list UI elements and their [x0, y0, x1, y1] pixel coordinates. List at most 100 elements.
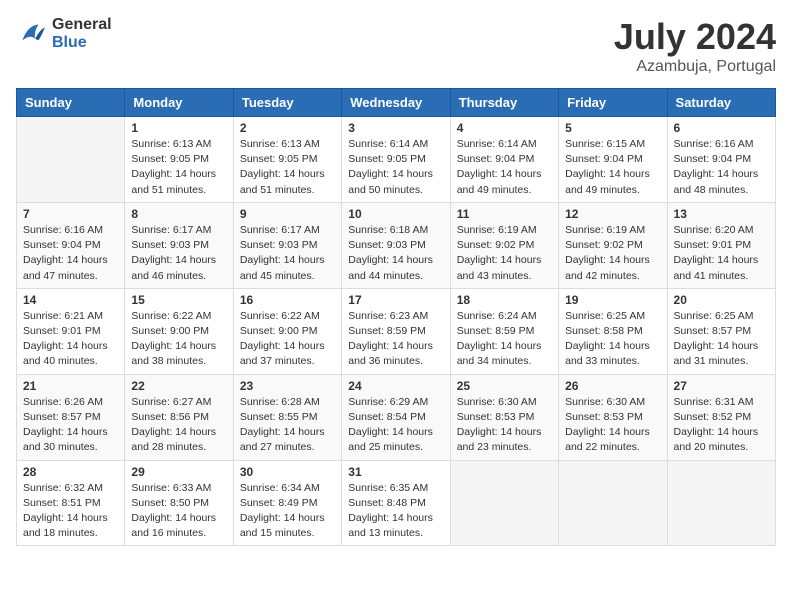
- calendar-week-4: 21 Sunrise: 6:26 AM Sunset: 8:57 PM Dayli…: [17, 374, 776, 460]
- day-number: 16: [240, 293, 335, 307]
- day-info: Sunrise: 6:32 AM Sunset: 8:51 PM Dayligh…: [23, 481, 118, 542]
- calendar-table: SundayMondayTuesdayWednesdayThursdayFrid…: [16, 88, 776, 546]
- day-number: 8: [131, 207, 226, 221]
- day-number: 3: [348, 121, 443, 135]
- calendar-cell: 13 Sunrise: 6:20 AM Sunset: 9:01 PM Dayli…: [667, 202, 775, 288]
- calendar-cell: 28 Sunrise: 6:32 AM Sunset: 8:51 PM Dayli…: [17, 460, 125, 546]
- logo: General Blue: [16, 16, 112, 52]
- day-number: 7: [23, 207, 118, 221]
- day-info: Sunrise: 6:14 AM Sunset: 9:05 PM Dayligh…: [348, 137, 443, 198]
- month-year-title: July 2024: [614, 16, 776, 58]
- weekday-header-wednesday: Wednesday: [342, 89, 450, 117]
- day-number: 4: [457, 121, 552, 135]
- calendar-cell: 1 Sunrise: 6:13 AM Sunset: 9:05 PM Daylig…: [125, 117, 233, 203]
- day-number: 6: [674, 121, 769, 135]
- calendar-cell: 15 Sunrise: 6:22 AM Sunset: 9:00 PM Dayli…: [125, 288, 233, 374]
- calendar-cell: 31 Sunrise: 6:35 AM Sunset: 8:48 PM Dayli…: [342, 460, 450, 546]
- day-number: 19: [565, 293, 660, 307]
- day-number: 2: [240, 121, 335, 135]
- day-info: Sunrise: 6:19 AM Sunset: 9:02 PM Dayligh…: [565, 223, 660, 284]
- day-number: 27: [674, 379, 769, 393]
- calendar-cell: 11Sunrise: 6:19 AM Sunset: 9:02 PM Dayli…: [450, 202, 558, 288]
- logo-text: General Blue: [52, 16, 112, 52]
- day-number: 11: [457, 207, 552, 221]
- weekday-header-saturday: Saturday: [667, 89, 775, 117]
- calendar-cell: 22Sunrise: 6:27 AM Sunset: 8:56 PM Dayli…: [125, 374, 233, 460]
- calendar-week-1: 1 Sunrise: 6:13 AM Sunset: 9:05 PM Daylig…: [17, 117, 776, 203]
- weekday-header-sunday: Sunday: [17, 89, 125, 117]
- calendar-week-5: 28 Sunrise: 6:32 AM Sunset: 8:51 PM Dayli…: [17, 460, 776, 546]
- day-info: Sunrise: 6:31 AM Sunset: 8:52 PM Dayligh…: [674, 395, 769, 456]
- logo-icon: [16, 18, 48, 50]
- day-info: Sunrise: 6:15 AM Sunset: 9:04 PM Dayligh…: [565, 137, 660, 198]
- day-number: 28: [23, 465, 118, 479]
- calendar-cell: [450, 460, 558, 546]
- day-number: 1: [131, 121, 226, 135]
- day-info: Sunrise: 6:13 AM Sunset: 9:05 PM Dayligh…: [240, 137, 335, 198]
- day-number: 29: [131, 465, 226, 479]
- day-number: 15: [131, 293, 226, 307]
- day-info: Sunrise: 6:28 AM Sunset: 8:55 PM Dayligh…: [240, 395, 335, 456]
- calendar-cell: 10 Sunrise: 6:18 AM Sunset: 9:03 PM Dayli…: [342, 202, 450, 288]
- day-number: 10: [348, 207, 443, 221]
- calendar-cell: 24Sunrise: 6:29 AM Sunset: 8:54 PM Dayli…: [342, 374, 450, 460]
- day-number: 13: [674, 207, 769, 221]
- day-info: Sunrise: 6:25 AM Sunset: 8:57 PM Dayligh…: [674, 309, 769, 370]
- day-number: 9: [240, 207, 335, 221]
- calendar-cell: 5 Sunrise: 6:15 AM Sunset: 9:04 PM Daylig…: [559, 117, 667, 203]
- day-number: 14: [23, 293, 118, 307]
- day-info: Sunrise: 6:29 AM Sunset: 8:54 PM Dayligh…: [348, 395, 443, 456]
- day-info: Sunrise: 6:26 AM Sunset: 8:57 PM Dayligh…: [23, 395, 118, 456]
- calendar-cell: 9Sunrise: 6:17 AM Sunset: 9:03 PM Daylig…: [233, 202, 341, 288]
- day-info: Sunrise: 6:13 AM Sunset: 9:05 PM Dayligh…: [131, 137, 226, 198]
- day-info: Sunrise: 6:20 AM Sunset: 9:01 PM Dayligh…: [674, 223, 769, 284]
- day-info: Sunrise: 6:30 AM Sunset: 8:53 PM Dayligh…: [565, 395, 660, 456]
- day-info: Sunrise: 6:14 AM Sunset: 9:04 PM Dayligh…: [457, 137, 552, 198]
- day-number: 31: [348, 465, 443, 479]
- day-number: 5: [565, 121, 660, 135]
- day-info: Sunrise: 6:34 AM Sunset: 8:49 PM Dayligh…: [240, 481, 335, 542]
- calendar-cell: 6 Sunrise: 6:16 AM Sunset: 9:04 PM Daylig…: [667, 117, 775, 203]
- calendar-week-2: 7 Sunrise: 6:16 AM Sunset: 9:04 PM Daylig…: [17, 202, 776, 288]
- day-info: Sunrise: 6:35 AM Sunset: 8:48 PM Dayligh…: [348, 481, 443, 542]
- day-number: 26: [565, 379, 660, 393]
- day-info: Sunrise: 6:24 AM Sunset: 8:59 PM Dayligh…: [457, 309, 552, 370]
- weekday-header-row: SundayMondayTuesdayWednesdayThursdayFrid…: [17, 89, 776, 117]
- calendar-cell: [559, 460, 667, 546]
- calendar-cell: 18Sunrise: 6:24 AM Sunset: 8:59 PM Dayli…: [450, 288, 558, 374]
- day-info: Sunrise: 6:23 AM Sunset: 8:59 PM Dayligh…: [348, 309, 443, 370]
- calendar-cell: 17 Sunrise: 6:23 AM Sunset: 8:59 PM Dayli…: [342, 288, 450, 374]
- day-info: Sunrise: 6:17 AM Sunset: 9:03 PM Dayligh…: [131, 223, 226, 284]
- day-number: 21: [23, 379, 118, 393]
- day-info: Sunrise: 6:16 AM Sunset: 9:04 PM Dayligh…: [674, 137, 769, 198]
- day-number: 12: [565, 207, 660, 221]
- calendar-cell: 26 Sunrise: 6:30 AM Sunset: 8:53 PM Dayli…: [559, 374, 667, 460]
- calendar-cell: 2 Sunrise: 6:13 AM Sunset: 9:05 PM Daylig…: [233, 117, 341, 203]
- calendar-cell: 7 Sunrise: 6:16 AM Sunset: 9:04 PM Daylig…: [17, 202, 125, 288]
- weekday-header-monday: Monday: [125, 89, 233, 117]
- calendar-cell: 25 Sunrise: 6:30 AM Sunset: 8:53 PM Dayli…: [450, 374, 558, 460]
- day-info: Sunrise: 6:22 AM Sunset: 9:00 PM Dayligh…: [131, 309, 226, 370]
- day-number: 25: [457, 379, 552, 393]
- calendar-cell: 16Sunrise: 6:22 AM Sunset: 9:00 PM Dayli…: [233, 288, 341, 374]
- calendar-cell: 12 Sunrise: 6:19 AM Sunset: 9:02 PM Dayli…: [559, 202, 667, 288]
- calendar-cell: 8 Sunrise: 6:17 AM Sunset: 9:03 PM Daylig…: [125, 202, 233, 288]
- calendar-cell: 29Sunrise: 6:33 AM Sunset: 8:50 PM Dayli…: [125, 460, 233, 546]
- calendar-cell: 20 Sunrise: 6:25 AM Sunset: 8:57 PM Dayli…: [667, 288, 775, 374]
- weekday-header-tuesday: Tuesday: [233, 89, 341, 117]
- calendar-cell: [17, 117, 125, 203]
- day-info: Sunrise: 6:30 AM Sunset: 8:53 PM Dayligh…: [457, 395, 552, 456]
- weekday-header-friday: Friday: [559, 89, 667, 117]
- day-info: Sunrise: 6:21 AM Sunset: 9:01 PM Dayligh…: [23, 309, 118, 370]
- day-number: 17: [348, 293, 443, 307]
- location-subtitle: Azambuja, Portugal: [614, 58, 776, 76]
- day-info: Sunrise: 6:18 AM Sunset: 9:03 PM Dayligh…: [348, 223, 443, 284]
- day-number: 20: [674, 293, 769, 307]
- calendar-cell: 14 Sunrise: 6:21 AM Sunset: 9:01 PM Dayli…: [17, 288, 125, 374]
- calendar-cell: 27 Sunrise: 6:31 AM Sunset: 8:52 PM Dayli…: [667, 374, 775, 460]
- day-number: 23: [240, 379, 335, 393]
- page-header: General Blue July 2024 Azambuja, Portuga…: [16, 16, 776, 76]
- calendar-week-3: 14 Sunrise: 6:21 AM Sunset: 9:01 PM Dayli…: [17, 288, 776, 374]
- calendar-cell: [667, 460, 775, 546]
- day-info: Sunrise: 6:16 AM Sunset: 9:04 PM Dayligh…: [23, 223, 118, 284]
